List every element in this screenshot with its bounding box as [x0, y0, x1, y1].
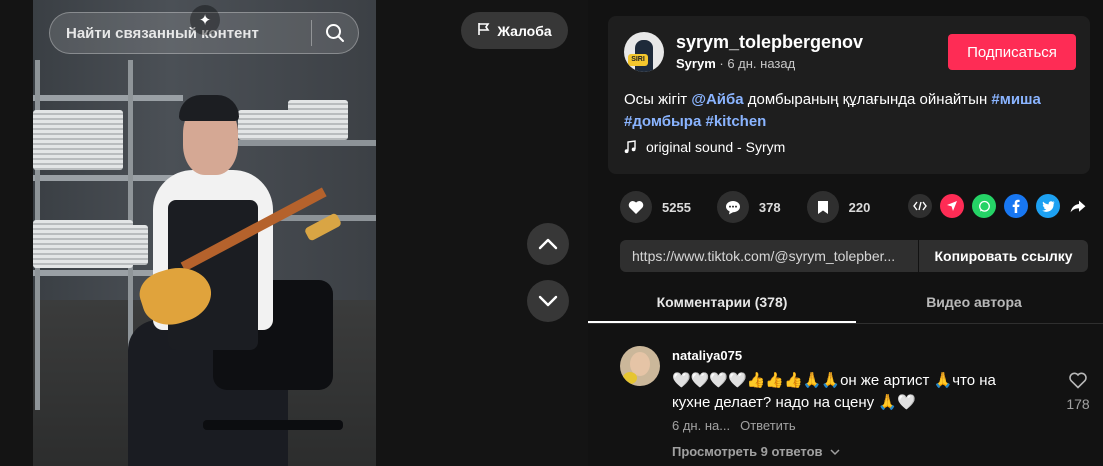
- author-avatar[interactable]: SIRI: [624, 32, 664, 72]
- caption-text: Осы жігіт: [624, 91, 692, 108]
- search-placeholder: Найти связанный контент: [66, 24, 259, 42]
- previous-video-button[interactable]: [527, 223, 569, 265]
- view-replies-button[interactable]: Просмотреть 9 ответов: [672, 444, 840, 459]
- video-caption: Осы жігіт @Айба домбыраның құлағында ойн…: [624, 89, 1064, 133]
- copy-link-button[interactable]: Копировать ссылку: [918, 240, 1088, 272]
- video-player[interactable]: [33, 0, 376, 466]
- hashtag-link[interactable]: #домбыра: [624, 113, 701, 130]
- post-time: 6 дн. назад: [727, 56, 796, 71]
- video-url[interactable]: https://www.tiktok.com/@syrym_tolepber..…: [620, 240, 918, 272]
- save-stat[interactable]: 220: [806, 191, 871, 223]
- comment-stat[interactable]: 378: [716, 191, 781, 223]
- chevron-down-icon: [538, 295, 558, 307]
- twitter-icon[interactable]: [1036, 194, 1060, 218]
- chair-base: [203, 420, 343, 430]
- plates-stack: [33, 110, 123, 170]
- plates-stack: [78, 225, 148, 265]
- shelf: [33, 175, 183, 181]
- author-username[interactable]: syrym_tolepbergenov: [676, 32, 863, 53]
- caption-text: домбыраның құлағында ойнайтын: [743, 91, 992, 108]
- tab-author-videos[interactable]: Видео автора: [856, 284, 1092, 323]
- music-note-icon: [624, 140, 636, 154]
- comment-text: 🤍🤍🤍🤍👍👍👍🙏🙏он же артист 🙏что на кухне дела…: [672, 372, 996, 411]
- reply-button[interactable]: Ответить: [740, 418, 796, 433]
- report-button[interactable]: Жалоба: [461, 12, 568, 49]
- commenter-username[interactable]: nataliya075: [672, 348, 742, 363]
- shelf: [33, 95, 183, 101]
- like-count: 5255: [662, 199, 691, 215]
- chevron-down-icon: [830, 449, 840, 456]
- comment-count: 378: [758, 199, 781, 215]
- author-info-card: SIRI syrym_tolepbergenov Syrym · 6 дн. н…: [608, 16, 1090, 174]
- comment-time: 6 дн. на...: [672, 418, 731, 433]
- avatar-flower: [623, 372, 637, 384]
- tab-comments[interactable]: Комментарии (378): [588, 284, 856, 323]
- hashtag-link[interactable]: #kitchen: [705, 113, 766, 130]
- person-cap: [179, 95, 239, 121]
- sound-label: original sound - Syrym: [646, 139, 786, 155]
- commenter-avatar[interactable]: [620, 346, 660, 386]
- embed-icon[interactable]: [908, 194, 932, 218]
- heart-outline-icon: [1069, 372, 1087, 389]
- view-replies-label: Просмотреть 9 ответов: [672, 444, 823, 459]
- chevron-up-icon: [538, 238, 558, 250]
- shelf: [233, 140, 376, 146]
- whatsapp-icon[interactable]: [972, 194, 996, 218]
- follow-button[interactable]: Подписаться: [948, 34, 1076, 70]
- author-subline: Syrym · 6 дн. назад: [676, 56, 795, 71]
- sound-link[interactable]: original sound - Syrym: [624, 139, 785, 155]
- share-buttons: [908, 194, 1088, 218]
- video-details-panel: SIRI syrym_tolepbergenov Syrym · 6 дн. н…: [588, 0, 1103, 466]
- video-pane: Найти связанный контент ✦ Жалоба: [0, 0, 588, 466]
- author-display-name[interactable]: Syrym: [676, 56, 716, 71]
- bowls-stack: [288, 100, 348, 140]
- search-icon[interactable]: [312, 12, 358, 54]
- comment-like-count: 178: [1066, 396, 1090, 412]
- sparkle-icon[interactable]: ✦: [190, 5, 220, 35]
- engagement-stats: 5255 378 220: [620, 191, 896, 223]
- content-tabs: Комментарии (378) Видео автора: [588, 284, 1103, 324]
- avatar-badge: SIRI: [628, 54, 648, 66]
- next-video-button[interactable]: [527, 280, 569, 322]
- heart-icon: [620, 191, 652, 223]
- copy-link-row: https://www.tiktok.com/@syrym_tolepber..…: [620, 240, 1088, 272]
- report-label: Жалоба: [497, 22, 552, 39]
- caption-mention[interactable]: @Айба: [691, 91, 743, 108]
- comment-icon: [716, 191, 749, 223]
- save-count: 220: [848, 199, 871, 215]
- bookmark-icon: [806, 191, 839, 223]
- hashtag-link[interactable]: #миша: [991, 91, 1041, 108]
- comment-meta: 6 дн. на... Ответить: [672, 418, 796, 433]
- like-stat[interactable]: 5255: [620, 191, 691, 223]
- flag-icon: [477, 22, 491, 39]
- send-icon[interactable]: [940, 194, 964, 218]
- facebook-icon[interactable]: [1004, 194, 1028, 218]
- share-arrow-icon[interactable]: [1068, 194, 1088, 218]
- comment-like[interactable]: 178: [1060, 372, 1096, 412]
